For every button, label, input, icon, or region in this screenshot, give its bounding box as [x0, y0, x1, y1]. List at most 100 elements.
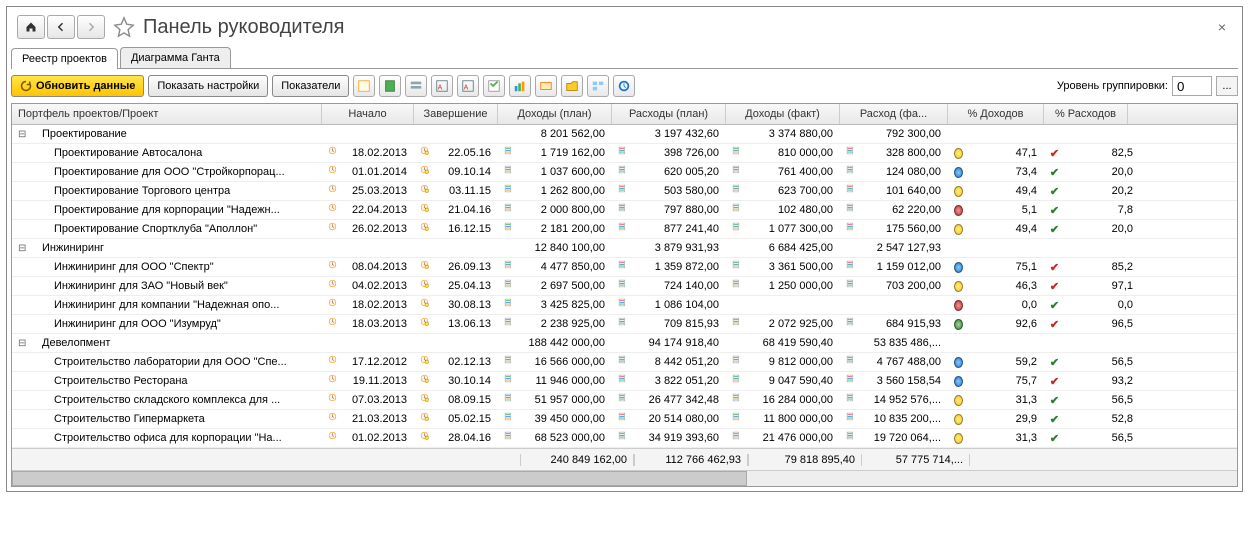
tool-icon-4[interactable]: А: [431, 75, 453, 97]
expense-plan: 503 580,00: [634, 185, 726, 197]
pct-expense: 96,5: [1066, 318, 1140, 330]
tool-icon-9[interactable]: [561, 75, 583, 97]
tool-icon-5[interactable]: А: [457, 75, 479, 97]
group-income-fact: 3 374 880,00: [748, 128, 840, 140]
col-income-fact[interactable]: Доходы (факт): [726, 104, 840, 124]
indicators-button[interactable]: Показатели: [272, 75, 349, 97]
tool-icon-6[interactable]: [483, 75, 505, 97]
expense-plan: 26 477 342,48: [634, 394, 726, 406]
pct-expense: 20,0: [1066, 223, 1140, 235]
expense-fact: 684 915,93: [862, 318, 948, 330]
tool-icon-11[interactable]: [613, 75, 635, 97]
doc-icon: [504, 184, 513, 198]
status-led-icon: [954, 167, 963, 178]
project-name: Строительство Гипермаркета: [18, 413, 205, 425]
pct-expense: 0,0: [1066, 299, 1140, 311]
col-income-plan[interactable]: Доходы (план): [498, 104, 612, 124]
tool-icon-2[interactable]: [379, 75, 401, 97]
doc-icon: [618, 298, 627, 312]
favorite-star-icon[interactable]: [113, 16, 135, 38]
group-row[interactable]: ⊟Инжиниринг12 840 100,003 879 931,936 68…: [12, 239, 1237, 258]
doc-icon: [504, 146, 513, 160]
col-expense-fact[interactable]: Расход (фа...: [840, 104, 948, 124]
expense-plan: 709 815,93: [634, 318, 726, 330]
income-fact: 21 476 000,00: [748, 432, 840, 444]
total-income-fact: 79 818 895,40: [748, 454, 862, 466]
table-row[interactable]: Строительство Ресторана19.11.201330.10.1…: [12, 372, 1237, 391]
group-level-more-button[interactable]: ...: [1216, 76, 1238, 96]
close-button[interactable]: ×: [1212, 17, 1232, 37]
col-finish[interactable]: Завершение: [414, 104, 498, 124]
table-row[interactable]: Инжиниринг для компании "Надежная опо...…: [12, 296, 1237, 315]
expense-fact: 19 720 064,...: [862, 432, 948, 444]
col-start[interactable]: Начало: [322, 104, 414, 124]
doc-icon: [504, 260, 513, 274]
income-fact: 16 284 000,00: [748, 394, 840, 406]
group-row[interactable]: ⊟Девелопмент188 442 000,0094 174 918,406…: [12, 334, 1237, 353]
table-row[interactable]: Строительство офиса для корпорации "На..…: [12, 429, 1237, 448]
col-pct-income[interactable]: % Доходов: [948, 104, 1044, 124]
income-fact: 9 812 000,00: [748, 356, 840, 368]
status-led-icon: [954, 186, 963, 197]
collapse-icon[interactable]: ⊟: [18, 243, 30, 254]
tool-icon-3[interactable]: [405, 75, 427, 97]
income-plan: 11 946 000,00: [520, 375, 612, 387]
doc-icon: [732, 165, 741, 179]
doc-icon: [618, 412, 627, 426]
pct-expense: 20,2: [1066, 185, 1140, 197]
table-row[interactable]: Инжиниринг для ЗАО "Новый век"04.02.2013…: [12, 277, 1237, 296]
doc-icon: [846, 393, 855, 407]
group-expense-plan: 3 879 931,93: [634, 242, 726, 254]
table-row[interactable]: Строительство Гипермаркета21.03.201305.0…: [12, 410, 1237, 429]
group-income-fact: 68 419 590,40: [748, 337, 840, 349]
start-date: 26.02.2013: [344, 223, 414, 235]
refresh-button[interactable]: Обновить данные: [11, 75, 144, 97]
collapse-icon[interactable]: ⊟: [18, 338, 30, 349]
h-scrollbar[interactable]: [12, 470, 1237, 486]
table-row[interactable]: Проектирование Спортклуба "Аполлон"26.02…: [12, 220, 1237, 239]
toolbar: Обновить данные Показать настройки Показ…: [11, 69, 1238, 103]
clock-icon: [328, 393, 337, 407]
clock-icon: [328, 374, 337, 388]
finish-date: 05.02.15: [436, 413, 498, 425]
back-button[interactable]: [47, 15, 75, 39]
total-expense-fact: 57 775 714,...: [862, 454, 970, 466]
doc-icon: [846, 184, 855, 198]
collapse-icon[interactable]: ⊟: [18, 129, 30, 140]
grid-header: Портфель проектов/Проект Начало Завершен…: [12, 104, 1237, 125]
doc-icon: [618, 355, 627, 369]
finish-date: 13.06.13: [436, 318, 498, 330]
tool-icon-8[interactable]: [535, 75, 557, 97]
table-row[interactable]: Инжиниринг для ООО "Спектр"08.04.201326.…: [12, 258, 1237, 277]
table-row[interactable]: Проектирование для корпорации "Надежн...…: [12, 201, 1237, 220]
doc-icon: [504, 412, 513, 426]
tab-registry[interactable]: Реестр проектов: [11, 48, 118, 69]
table-row[interactable]: Строительство лаборатории для ООО "Спе..…: [12, 353, 1237, 372]
check-icon: ✔: [1044, 185, 1066, 198]
finish-date: 02.12.13: [436, 356, 498, 368]
forward-button[interactable]: [77, 15, 105, 39]
table-row[interactable]: Проектирование Автосалона18.02.201322.05…: [12, 144, 1237, 163]
income-fact: 810 000,00: [748, 147, 840, 159]
tool-icon-10[interactable]: [587, 75, 609, 97]
tool-icon-1[interactable]: [353, 75, 375, 97]
group-level-input[interactable]: [1172, 76, 1212, 96]
finish-date: 21.04.16: [436, 204, 498, 216]
table-row[interactable]: Проектирование Торгового центра25.03.201…: [12, 182, 1237, 201]
col-expense-plan[interactable]: Расходы (план): [612, 104, 726, 124]
home-button[interactable]: [17, 15, 45, 39]
expense-plan: 620 005,20: [634, 166, 726, 178]
group-row[interactable]: ⊟Проектирование8 201 562,003 197 432,603…: [12, 125, 1237, 144]
project-name: Проектирование Торгового центра: [18, 185, 230, 197]
tab-gantt[interactable]: Диаграмма Ганта: [120, 47, 231, 68]
col-name[interactable]: Портфель проектов/Проект: [12, 104, 322, 124]
show-settings-button[interactable]: Показать настройки: [148, 75, 268, 97]
col-pct-expense[interactable]: % Расходов: [1044, 104, 1128, 124]
clock-icon: [328, 184, 337, 198]
table-row[interactable]: Инжиниринг для ООО "Изумруд"18.03.201313…: [12, 315, 1237, 334]
clock-icon: [328, 298, 337, 312]
table-row[interactable]: Проектирование для ООО "Стройкорпорац...…: [12, 163, 1237, 182]
doc-icon: [732, 222, 741, 236]
table-row[interactable]: Строительство складского комплекса для .…: [12, 391, 1237, 410]
tool-icon-7[interactable]: [509, 75, 531, 97]
